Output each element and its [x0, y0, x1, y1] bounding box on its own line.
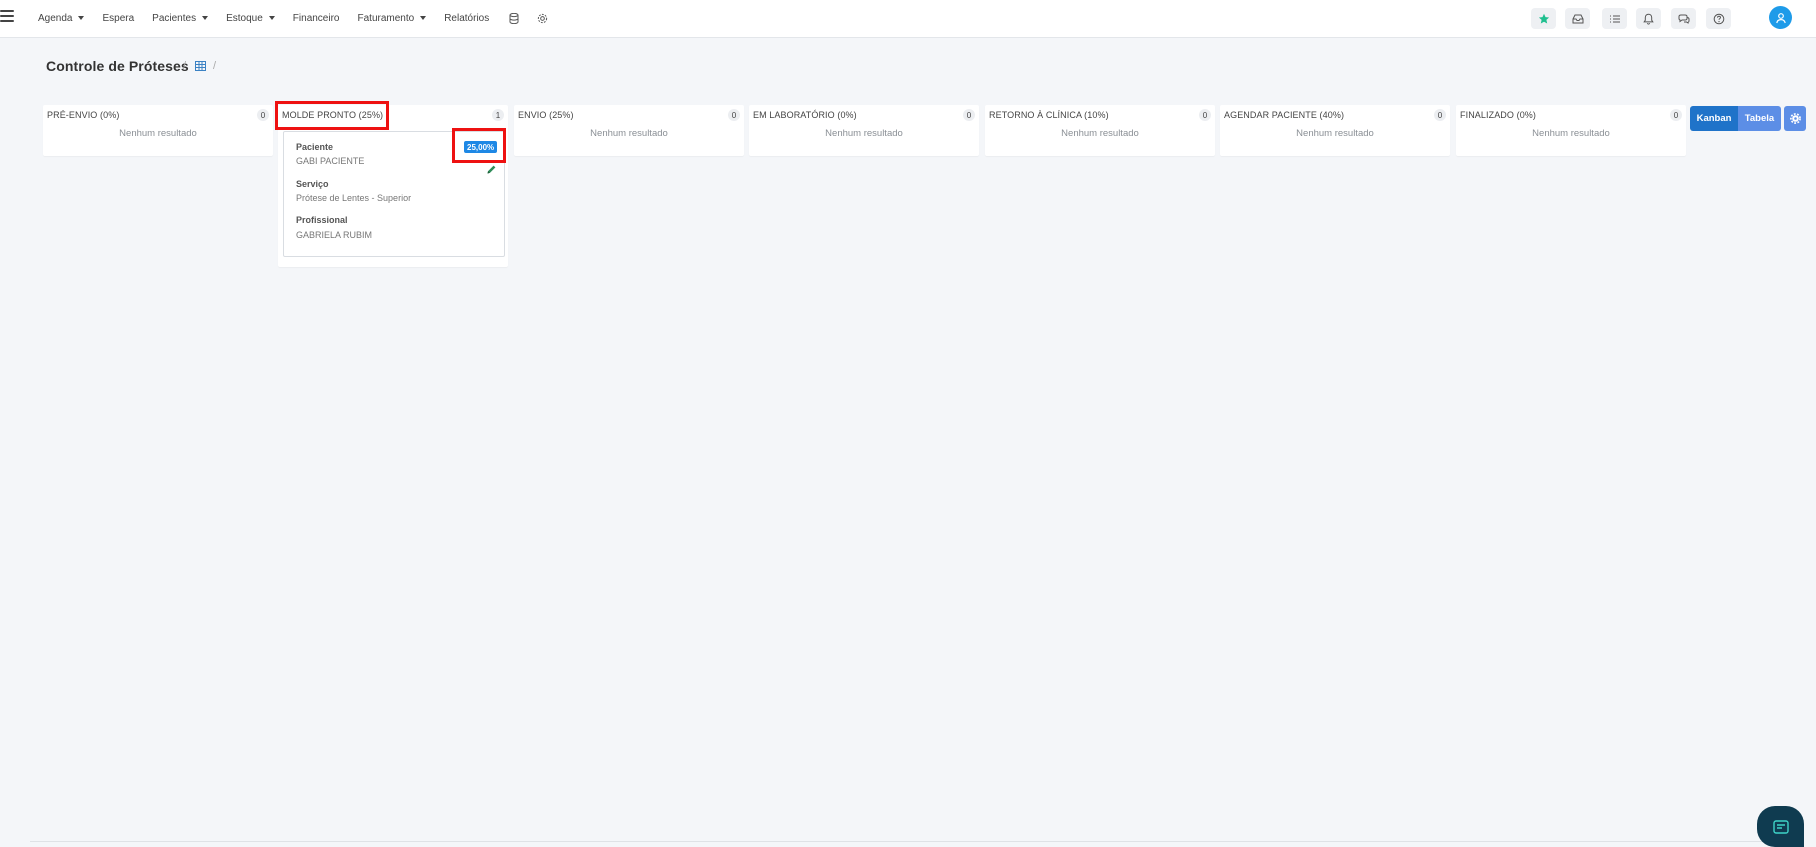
pencil-icon[interactable]: [486, 164, 497, 175]
user-avatar[interactable]: [1769, 6, 1792, 29]
column-count-badge: 1: [492, 109, 504, 121]
column-header: ENVIO (25%) 0: [514, 105, 744, 125]
professional-value: GABRIELA RUBIM: [296, 230, 373, 240]
nav-label: Pacientes: [152, 12, 197, 24]
nav-item-pacientes[interactable]: Pacientes: [152, 12, 209, 24]
nav-label: Agenda: [38, 12, 73, 24]
view-toggle: Kanban Tabela: [1690, 106, 1781, 131]
nav-item-espera[interactable]: Espera: [102, 13, 134, 24]
nav-item-relatorios[interactable]: Relatórios: [444, 13, 489, 24]
bell-icon[interactable]: [1636, 8, 1661, 29]
column-count-badge: 0: [1199, 109, 1211, 121]
kanban-view-button[interactable]: Kanban: [1690, 106, 1738, 131]
empty-message: Nenhum resultado: [119, 128, 197, 139]
page-title: Controle de Próteses: [46, 58, 189, 74]
column-header: RETORNO À CLÍNICA (10%) 0: [985, 105, 1215, 125]
empty-message: Nenhum resultado: [1296, 128, 1374, 139]
column-count-badge: 0: [1434, 109, 1446, 121]
empty-message: Nenhum resultado: [590, 128, 668, 139]
nav-label: Financeiro: [292, 12, 340, 24]
column-count-badge: 0: [1670, 109, 1682, 121]
column-header: MOLDE PRONTO (25%) 1: [278, 105, 508, 125]
nav-label: Espera: [102, 12, 135, 24]
column-header: AGENDAR PACIENTE (40%) 0: [1220, 105, 1450, 125]
kanban-column-agendar-paciente: AGENDAR PACIENTE (40%) 0 Nenhum resultad…: [1220, 105, 1450, 156]
professional-label: Profissional: [296, 215, 348, 225]
checklist-icon[interactable]: [1602, 8, 1627, 29]
column-header: FINALIZADO (0%) 0: [1456, 105, 1686, 125]
caret-down-icon: [268, 16, 275, 20]
caret-down-icon: [78, 16, 85, 20]
caret-down-icon: [202, 16, 209, 20]
column-count-badge: 0: [728, 109, 740, 121]
breadcrumb-separator: /: [183, 60, 187, 72]
help-icon[interactable]: [1706, 8, 1731, 29]
nav-item-financeiro[interactable]: Financeiro: [293, 13, 340, 24]
user-icon: [1775, 12, 1786, 23]
nav-label: Relatórios: [444, 12, 490, 24]
kanban-card[interactable]: Paciente 25,00% GABI PACIENTE Serviço Pr…: [283, 131, 505, 257]
column-title: PRÉ-ENVIO (0%): [47, 110, 120, 120]
kanban-column-envio: ENVIO (25%) 0 Nenhum resultado: [514, 105, 744, 156]
empty-message: Nenhum resultado: [825, 128, 903, 139]
gear-icon[interactable]: [535, 11, 549, 25]
grid-icon[interactable]: [195, 61, 206, 71]
kanban-column-em-laboratorio: EM LABORATÓRIO (0%) 0 Nenhum resultado: [749, 105, 979, 156]
kanban-column-finalizado: FINALIZADO (0%) 0 Nenhum resultado: [1456, 105, 1686, 156]
column-header: EM LABORATÓRIO (0%) 0: [749, 105, 979, 125]
nav-item-estoque[interactable]: Estoque: [226, 13, 275, 24]
caret-down-icon: [420, 16, 427, 20]
column-title: FINALIZADO (0%): [1460, 110, 1537, 120]
menu-icon[interactable]: [0, 9, 14, 23]
empty-message: Nenhum resultado: [1061, 128, 1139, 139]
inbox-icon[interactable]: [1565, 8, 1590, 29]
footer-divider: [30, 841, 1790, 842]
column-title: RETORNO À CLÍNICA (10%): [989, 110, 1109, 120]
support-chat-button[interactable]: [1757, 806, 1804, 847]
service-value: Prótese de Lentes - Superior: [296, 193, 412, 203]
progress-badge: 25,00%: [464, 141, 498, 153]
column-count-badge: 0: [963, 109, 975, 121]
column-title: AGENDAR PACIENTE (40%): [1224, 110, 1345, 120]
patient-value: GABI PACIENTE: [296, 156, 365, 166]
chat-support-icon: [1772, 819, 1789, 834]
kanban-column-pre-envio: PRÉ-ENVIO (0%) 0 Nenhum resultado: [43, 105, 273, 156]
nav-item-faturamento[interactable]: Faturamento: [358, 13, 427, 24]
service-label: Serviço: [296, 179, 329, 189]
column-header: PRÉ-ENVIO (0%) 0: [43, 105, 273, 125]
kanban-column-retorno-clinica: RETORNO À CLÍNICA (10%) 0 Nenhum resulta…: [985, 105, 1215, 156]
top-navbar: Agenda Espera Pacientes Estoque Financei…: [0, 0, 1816, 38]
main-nav: Agenda Espera Pacientes Estoque Financei…: [38, 0, 563, 36]
nav-label: Faturamento: [357, 12, 415, 24]
database-icon[interactable]: [507, 11, 521, 25]
star-icon[interactable]: [1531, 8, 1556, 29]
breadcrumb-separator: /: [213, 60, 217, 72]
patient-label: Paciente: [296, 142, 334, 152]
column-count-badge: 0: [257, 109, 269, 121]
column-title: ENVIO (25%): [518, 110, 574, 120]
nav-item-agenda[interactable]: Agenda: [38, 12, 85, 24]
nav-label: Estoque: [226, 12, 263, 24]
chat-icon[interactable]: [1671, 8, 1696, 29]
empty-message: Nenhum resultado: [1532, 128, 1610, 139]
board-settings-button[interactable]: [1784, 106, 1806, 131]
column-title: EM LABORATÓRIO (0%): [753, 110, 857, 120]
tabela-view-button[interactable]: Tabela: [1738, 106, 1781, 131]
column-title: MOLDE PRONTO (25%): [282, 110, 384, 120]
gear-icon: [1789, 113, 1801, 124]
